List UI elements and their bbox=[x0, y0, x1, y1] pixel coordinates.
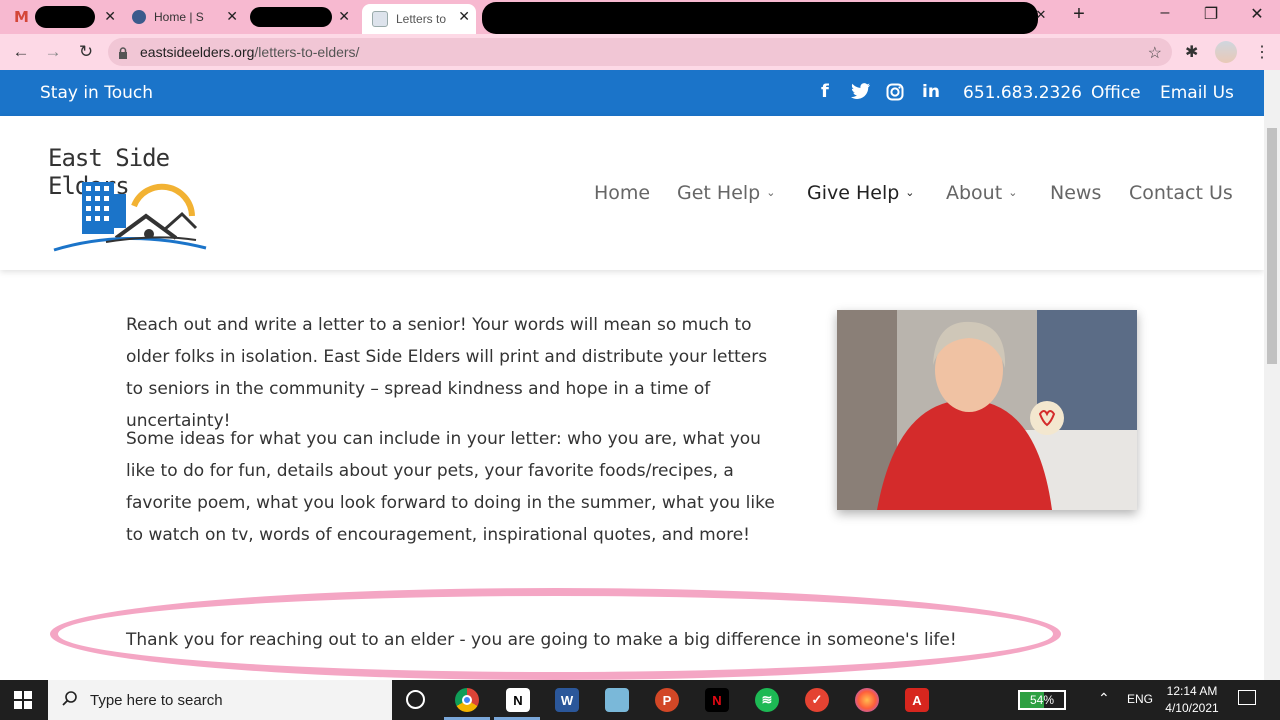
cortana-icon[interactable] bbox=[406, 690, 425, 709]
todoist-icon[interactable]: ✓ bbox=[805, 688, 829, 712]
tab-home[interactable]: Home | S ✕ bbox=[132, 4, 244, 30]
email-us-link[interactable]: Email Us bbox=[1160, 83, 1234, 103]
extensions-puzzle-icon[interactable]: ✱ bbox=[1185, 42, 1198, 62]
office-link[interactable]: Office bbox=[1091, 83, 1141, 103]
nav-give-help[interactable]: Give Help ⌄ bbox=[807, 182, 915, 204]
twitter-icon[interactable] bbox=[851, 83, 871, 104]
clock-date: 4/10/2021 bbox=[1165, 701, 1219, 715]
chevron-up-icon[interactable]: ⌃ bbox=[1098, 690, 1110, 707]
chevron-down-icon: ⌄ bbox=[766, 186, 776, 199]
url-host: eastsideelders.org bbox=[140, 44, 255, 60]
tab-redacted[interactable]: ✕ bbox=[250, 4, 356, 30]
forward-arrow-icon[interactable]: → bbox=[42, 42, 64, 62]
spotify-icon[interactable]: ≋ bbox=[755, 688, 779, 712]
ideas-paragraph: Some ideas for what you can include in y… bbox=[126, 429, 775, 545]
address-bar[interactable]: eastsideelders.org/letters-to-elders/ ☆ bbox=[108, 38, 1172, 66]
redacted-block bbox=[34, 6, 95, 28]
browser-tab-strip: M ✕ Home | S ✕ ✕ Letters to ✕ ✕ + – ❐ ✕ bbox=[0, 0, 1280, 34]
facebook-icon[interactable]: f bbox=[821, 81, 829, 102]
restore-icon[interactable]: ❐ bbox=[1188, 4, 1234, 24]
search-placeholder: Type here to search bbox=[90, 691, 223, 709]
nav-label: About bbox=[946, 182, 1003, 204]
taskbar-search-box[interactable]: Type here to search bbox=[48, 680, 392, 720]
tab-label: Home | S bbox=[154, 10, 204, 24]
browser-toolbar: ← → ↻ eastsideelders.org/letters-to-elde… bbox=[0, 34, 1280, 70]
nav-get-help[interactable]: Get Help ⌄ bbox=[677, 182, 775, 204]
linkedin-icon[interactable]: in bbox=[922, 82, 940, 102]
bookmark-star-icon[interactable]: ☆ bbox=[1148, 43, 1162, 63]
chrome-icon[interactable] bbox=[455, 688, 479, 712]
notion-icon[interactable]: N bbox=[506, 688, 530, 712]
url-path: /letters-to-elders/ bbox=[254, 44, 360, 60]
reload-icon[interactable]: ↻ bbox=[75, 42, 97, 62]
word-icon[interactable]: W bbox=[555, 688, 579, 712]
close-tab-icon[interactable]: ✕ bbox=[226, 8, 238, 25]
battery-percent: 54% bbox=[1029, 693, 1055, 707]
tab-letters[interactable]: Letters to ✕ bbox=[362, 4, 476, 34]
site-header: East Side Elders Home Get Help ⌄ Give Hel… bbox=[0, 116, 1264, 270]
window-close-icon[interactable]: ✕ bbox=[1234, 4, 1280, 24]
nav-label: Give Help bbox=[807, 182, 900, 204]
battery-indicator[interactable]: 54% bbox=[1018, 690, 1066, 710]
document-favicon-icon bbox=[372, 11, 388, 27]
search-icon bbox=[62, 690, 78, 711]
intro-paragraph: Reach out and write a letter to a senior… bbox=[126, 315, 768, 431]
profile-avatar[interactable] bbox=[1215, 41, 1237, 63]
notifications-icon[interactable] bbox=[1238, 690, 1256, 705]
redacted-block bbox=[250, 7, 332, 27]
menu-kebab-icon[interactable]: ⋮ bbox=[1254, 42, 1270, 62]
close-tab-icon[interactable]: ✕ bbox=[458, 8, 470, 25]
acrobat-icon[interactable]: A bbox=[905, 688, 929, 712]
windows-start-icon[interactable] bbox=[14, 691, 32, 714]
chevron-down-icon: ⌄ bbox=[905, 186, 915, 199]
close-tab-icon[interactable]: ✕ bbox=[338, 8, 350, 25]
tab-gmail[interactable]: M ✕ bbox=[14, 4, 122, 30]
language-indicator[interactable]: ENG bbox=[1127, 692, 1153, 706]
powerpoint-icon[interactable]: P bbox=[655, 688, 679, 712]
notes-app-icon[interactable] bbox=[605, 688, 629, 712]
taskbar-clock[interactable]: 12:14 AM 4/10/2021 bbox=[1160, 683, 1224, 717]
nav-label: Get Help bbox=[677, 182, 761, 204]
east-side-elders-logo[interactable]: East Side Elders bbox=[36, 130, 240, 256]
scrollbar-thumb[interactable] bbox=[1267, 128, 1277, 364]
nav-home[interactable]: Home bbox=[594, 182, 650, 204]
firefox-icon[interactable] bbox=[855, 688, 879, 712]
clock-time: 12:14 AM bbox=[1166, 684, 1218, 698]
nav-news[interactable]: News bbox=[1050, 182, 1101, 204]
new-tab-button[interactable]: + bbox=[1056, 3, 1102, 26]
netflix-icon[interactable]: N bbox=[705, 688, 729, 712]
minimize-icon[interactable]: – bbox=[1142, 4, 1188, 22]
back-arrow-icon[interactable]: ← bbox=[10, 42, 32, 62]
instagram-icon[interactable] bbox=[886, 83, 904, 106]
close-tab-icon[interactable]: ✕ bbox=[104, 8, 116, 25]
windows-taskbar: Type here to search N W P N ≋ ✓ A bbox=[0, 680, 1280, 720]
chevron-down-icon: ⌄ bbox=[1008, 186, 1018, 199]
tab-label: Letters to bbox=[396, 12, 447, 26]
phone-link[interactable]: 651.683.2326 bbox=[963, 83, 1082, 103]
stay-in-touch-label: Stay in Touch bbox=[40, 83, 154, 103]
redacted-tab-block bbox=[482, 2, 1038, 34]
url-text: eastsideelders.org/letters-to-elders/ bbox=[140, 44, 359, 60]
thank-you-message: Thank you for reaching out to an elder -… bbox=[126, 630, 957, 650]
nav-contact-us[interactable]: Contact Us bbox=[1129, 182, 1233, 204]
logo-buildings-icon bbox=[53, 182, 207, 252]
lock-icon bbox=[118, 46, 128, 59]
nav-about[interactable]: About ⌄ bbox=[946, 182, 1017, 204]
volunteer-photo bbox=[837, 310, 1137, 510]
site-favicon-icon bbox=[132, 10, 146, 24]
site-top-bar: Stay in Touch f in 651.683.2326 Office E… bbox=[0, 70, 1264, 116]
gmail-icon: M bbox=[14, 8, 29, 26]
